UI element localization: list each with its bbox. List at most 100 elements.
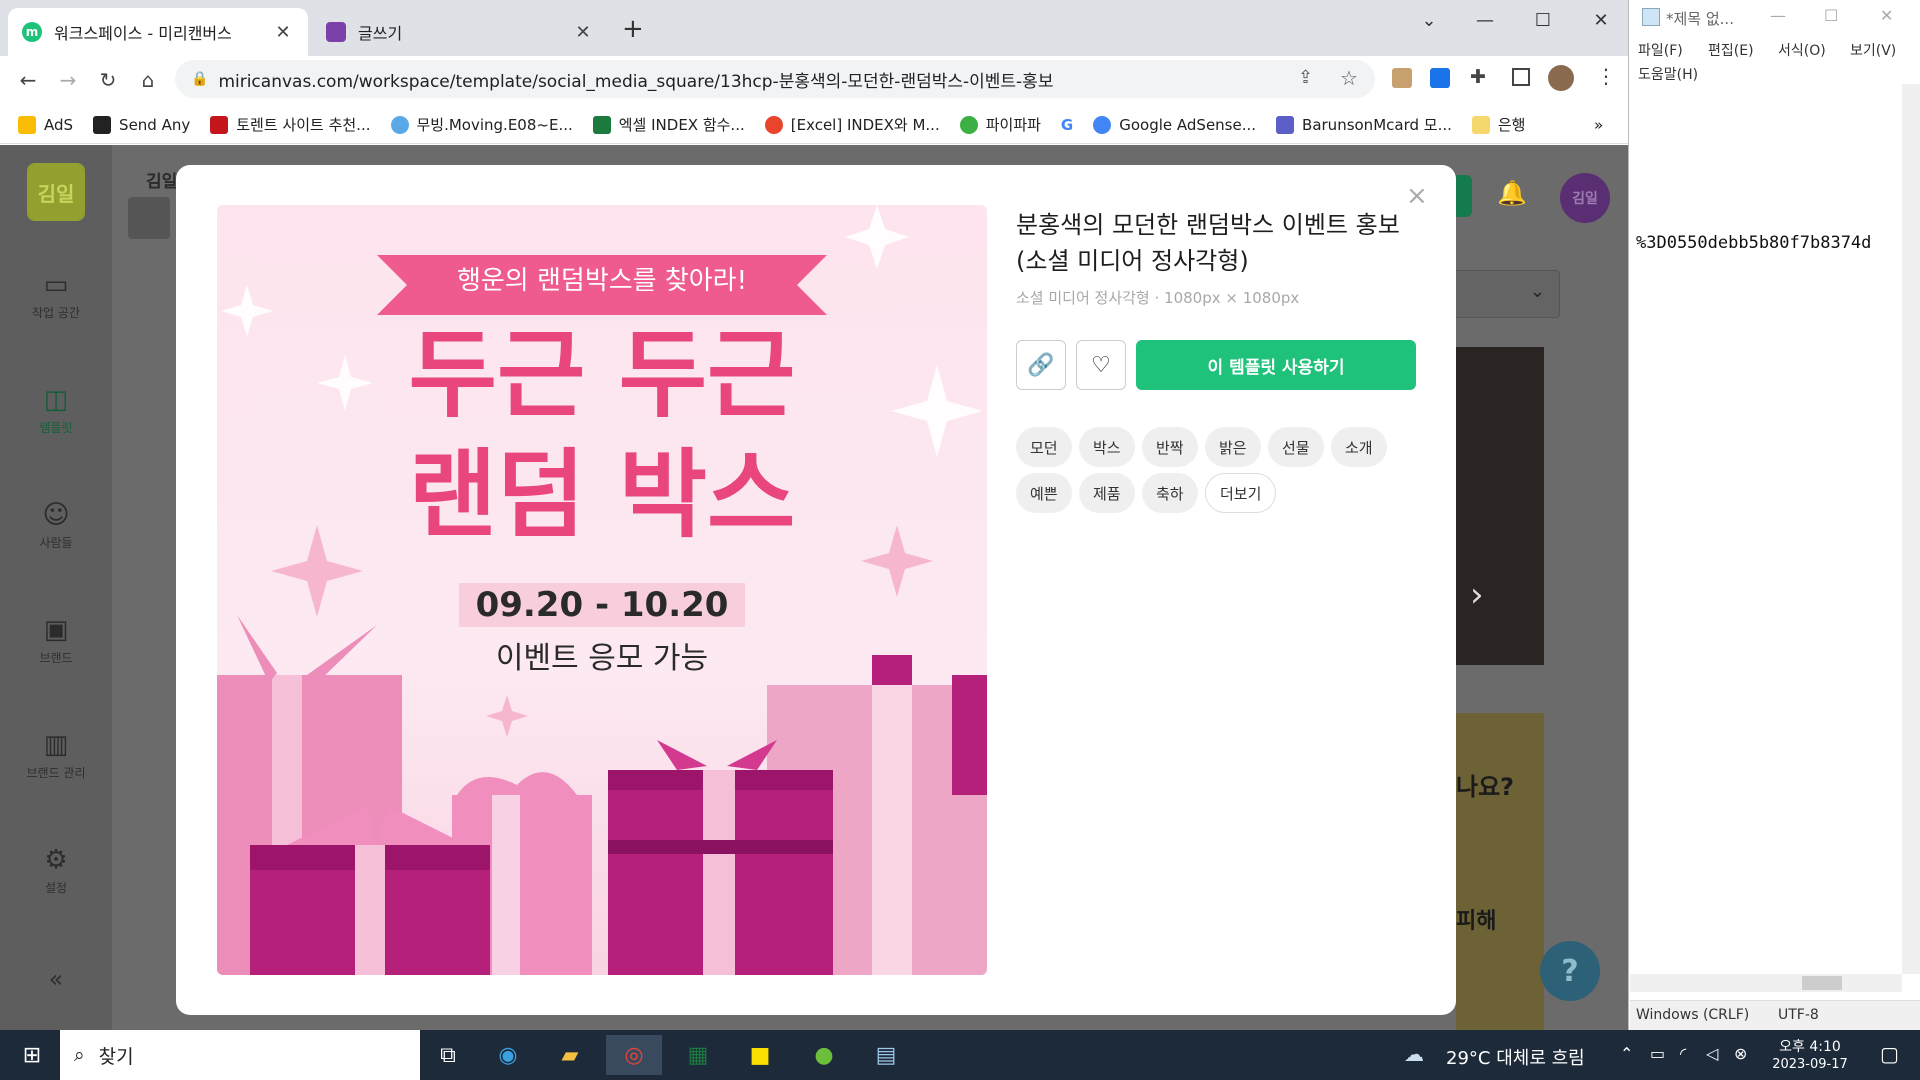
bg-template-thumb-2[interactable]: 나요? 피해 bbox=[1456, 713, 1544, 1030]
user-avatar[interactable]: 김일 bbox=[1560, 173, 1610, 223]
help-icon[interactable]: ? bbox=[1540, 941, 1600, 1001]
tag-chip[interactable]: 모던 bbox=[1016, 427, 1072, 467]
menu-kebab-icon[interactable]: ⋮ bbox=[1596, 64, 1616, 88]
extension-2-icon[interactable] bbox=[1430, 68, 1450, 88]
sidebar-item-people[interactable]: ☺ 사람들 bbox=[0, 500, 112, 551]
close-tab-icon[interactable]: ✕ bbox=[572, 22, 594, 43]
sidebar-item-brand-manage[interactable]: ▥ 브랜드 관리 bbox=[0, 730, 112, 781]
bookmark-barunson[interactable]: BarunsonMcard 모... bbox=[1276, 114, 1452, 135]
taskbar-search-box[interactable]: ⌕ 찾기 bbox=[60, 1030, 420, 1080]
menu-view[interactable]: 보기(V) bbox=[1850, 40, 1896, 60]
sidebar-item-templates[interactable]: ◫ 템플릿 bbox=[0, 385, 112, 436]
collapse-sidebar-button[interactable]: « bbox=[0, 965, 112, 993]
use-template-button[interactable]: 이 템플릿 사용하기 bbox=[1136, 340, 1416, 390]
menu-file[interactable]: 파일(F) bbox=[1638, 40, 1683, 60]
extensions-puzzle-icon[interactable]: ✚ bbox=[1470, 66, 1486, 88]
reload-icon[interactable]: ↻ bbox=[88, 60, 128, 100]
utorrent-icon[interactable]: ● bbox=[796, 1035, 852, 1075]
extension-1-icon[interactable] bbox=[1392, 68, 1412, 88]
vertical-scrollbar[interactable] bbox=[1902, 84, 1920, 974]
bookmark-ads[interactable]: AdS bbox=[18, 115, 73, 134]
bookmark-sendany[interactable]: Send Any bbox=[93, 115, 190, 134]
preview-banner-text: 행운의 랜덤박스를 찾아라! bbox=[456, 266, 748, 296]
bookmark-label: Google AdSense... bbox=[1119, 115, 1257, 134]
profile-avatar[interactable] bbox=[1548, 65, 1574, 91]
file-explorer-icon[interactable]: ▰ bbox=[542, 1035, 598, 1075]
sidebar-item-workspace[interactable]: ▭ 작업 공간 bbox=[0, 270, 112, 321]
tag-chip[interactable]: 예쁜 bbox=[1016, 473, 1072, 513]
tab-write[interactable]: 글쓰기 ✕ bbox=[312, 8, 608, 56]
bg-template-thumb[interactable] bbox=[1456, 347, 1544, 665]
menu-format[interactable]: 서식(O) bbox=[1778, 40, 1826, 60]
clock-date[interactable]: 2023-09-17 bbox=[1760, 1057, 1860, 1072]
maximize-icon[interactable]: ☐ bbox=[1514, 0, 1572, 40]
weather-text[interactable]: 29°C 대체로 흐림 bbox=[1446, 1044, 1585, 1070]
menu-help[interactable]: 도움말(H) bbox=[1638, 64, 1698, 84]
layout-toggle-icon[interactable] bbox=[128, 197, 170, 239]
tab-workspace[interactable]: m 워크스페이스 - 미리캔버스 ✕ bbox=[8, 8, 308, 56]
side-panel-icon[interactable] bbox=[1512, 68, 1530, 86]
kakaotalk-icon[interactable]: ■ bbox=[732, 1035, 788, 1075]
volume-icon[interactable]: ◁ bbox=[1706, 1044, 1718, 1063]
back-icon[interactable]: ← bbox=[8, 60, 48, 100]
clock-time[interactable]: 오후 4:10 bbox=[1760, 1036, 1860, 1056]
sidebar-item-brand[interactable]: ▣ 브랜드 bbox=[0, 615, 112, 666]
sidebar-item-settings[interactable]: ⚙ 설정 bbox=[0, 845, 112, 896]
start-windows-icon[interactable]: ⊞ bbox=[4, 1035, 60, 1075]
tag-chip[interactable]: 선물 bbox=[1268, 427, 1324, 467]
bookmark-excel-match[interactable]: [Excel] INDEX와 M... bbox=[764, 114, 940, 135]
tag-chip[interactable]: 축하 bbox=[1142, 473, 1198, 513]
ime-icon[interactable]: ⊗ bbox=[1734, 1044, 1747, 1063]
new-tab-button[interactable]: + bbox=[622, 14, 644, 44]
workspace-logo[interactable]: 김일 bbox=[27, 163, 85, 221]
notepad-text-area[interactable]: %3D0550debb5b80f7b8374d bbox=[1636, 233, 1902, 253]
more-tags-button[interactable]: 더보기 bbox=[1205, 473, 1277, 513]
bookmark-torrent[interactable]: 토렌트 사이트 추천... bbox=[210, 114, 371, 135]
tag-chip[interactable]: 제품 bbox=[1079, 473, 1135, 513]
carousel-next-icon[interactable]: › bbox=[1470, 575, 1484, 615]
horizontal-scrollbar[interactable] bbox=[1630, 974, 1902, 992]
bookmark-google[interactable]: G bbox=[1061, 116, 1073, 134]
notepad-taskbar-icon[interactable]: ▤ bbox=[858, 1035, 914, 1075]
bookmark-star-icon[interactable]: ☆ bbox=[1340, 66, 1358, 90]
battery-icon[interactable]: ▭ bbox=[1650, 1044, 1665, 1063]
minimize-icon[interactable]: — bbox=[1456, 0, 1514, 40]
close-window-icon[interactable]: ✕ bbox=[1572, 0, 1628, 40]
menu-edit[interactable]: 편집(E) bbox=[1708, 40, 1754, 60]
tag-chip[interactable]: 반짝 bbox=[1142, 427, 1198, 467]
scroll-thumb[interactable] bbox=[1802, 976, 1842, 990]
share-icon[interactable]: ⇪ bbox=[1298, 67, 1313, 88]
bookmark-paipapa[interactable]: 파이파파 bbox=[959, 114, 1041, 135]
bookmark-adsense[interactable]: Google AdSense... bbox=[1093, 115, 1257, 134]
bookmark-bank[interactable]: 은행 bbox=[1471, 114, 1525, 135]
favorite-button[interactable]: ♡ bbox=[1076, 340, 1126, 390]
paipapa-icon bbox=[959, 115, 978, 134]
maximize-icon[interactable]: ☐ bbox=[1824, 6, 1838, 25]
excel-icon[interactable]: ▦ bbox=[670, 1035, 726, 1075]
tag-chip[interactable]: 밝은 bbox=[1205, 427, 1261, 467]
tray-chevron-icon[interactable]: ⌃ bbox=[1620, 1044, 1633, 1063]
bookmark-excel-index[interactable]: 엑셀 INDEX 함수... bbox=[592, 114, 745, 135]
task-view-icon[interactable]: ⧉ bbox=[420, 1035, 476, 1075]
tag-chip[interactable]: 소개 bbox=[1331, 427, 1387, 467]
chrome-icon[interactable]: ◎ bbox=[606, 1035, 662, 1075]
wifi-icon[interactable]: ◜ bbox=[1680, 1044, 1686, 1063]
tab-search-icon[interactable]: ⌄ bbox=[1400, 0, 1458, 40]
home-icon[interactable]: ⌂ bbox=[128, 60, 168, 100]
address-bar[interactable]: 🔒 miricanvas.com/workspace/template/soci… bbox=[175, 60, 1375, 98]
tag-chip[interactable]: 박스 bbox=[1079, 427, 1135, 467]
template-size: 소셜 미디어 정사각형 · 1080px × 1080px bbox=[1016, 289, 1300, 307]
close-tab-icon[interactable]: ✕ bbox=[272, 22, 294, 43]
bookmark-moving[interactable]: 무빙.Moving.E08~E... bbox=[390, 114, 573, 135]
sort-dropdown[interactable]: ⌄ bbox=[1440, 270, 1560, 318]
copy-link-button[interactable]: 🔗 bbox=[1016, 340, 1066, 390]
minimize-icon[interactable]: — bbox=[1770, 6, 1786, 25]
notification-bell-icon[interactable]: 🔔 bbox=[1497, 179, 1527, 207]
notification-center-icon[interactable]: ▢ bbox=[1880, 1042, 1899, 1066]
close-window-icon[interactable]: ✕ bbox=[1880, 6, 1893, 25]
forward-icon[interactable]: → bbox=[48, 60, 88, 100]
settings-icon: ⚙ bbox=[44, 845, 68, 875]
archive-icon: ▭ bbox=[43, 270, 69, 300]
edge-icon[interactable]: ◉ bbox=[480, 1035, 536, 1075]
bookmarks-overflow[interactable]: » bbox=[1594, 116, 1603, 134]
